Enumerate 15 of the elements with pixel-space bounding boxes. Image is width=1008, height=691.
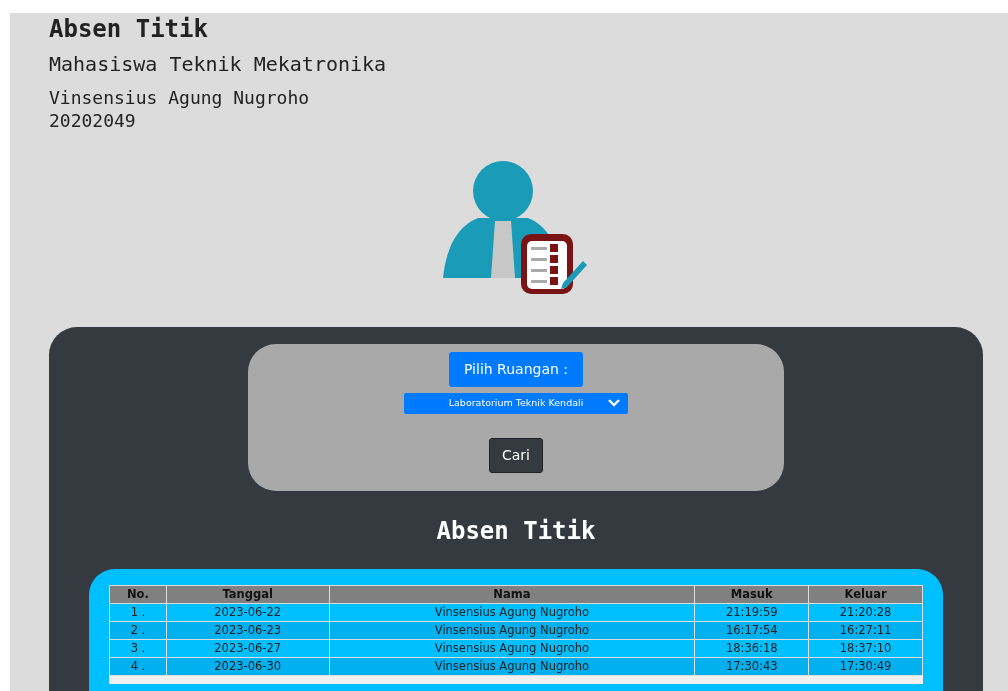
student-id: 20202049: [49, 109, 137, 133]
subtitle: Mahasiswa Teknik Mekatronika: [49, 51, 388, 76]
chevron-icon: [608, 398, 620, 407]
column-header: Tanggal: [166, 585, 329, 604]
horizontal-scrollbar[interactable]: [109, 675, 923, 684]
room-label: Pilih Ruangan :: [448, 351, 584, 387]
room-select[interactable]: Laboratorium Teknik Kendali: [404, 392, 628, 414]
column-header: Nama: [329, 585, 695, 604]
column-header: Masuk: [694, 585, 809, 604]
section-title: Absen Titik: [435, 515, 597, 547]
search-button[interactable]: Cari: [489, 437, 543, 473]
column-header: No.: [109, 585, 167, 604]
page-title: Absen Titik: [49, 14, 209, 44]
student-name: Vinsensius Agung Nugroho: [49, 85, 311, 110]
column-header: Keluar: [808, 585, 923, 604]
